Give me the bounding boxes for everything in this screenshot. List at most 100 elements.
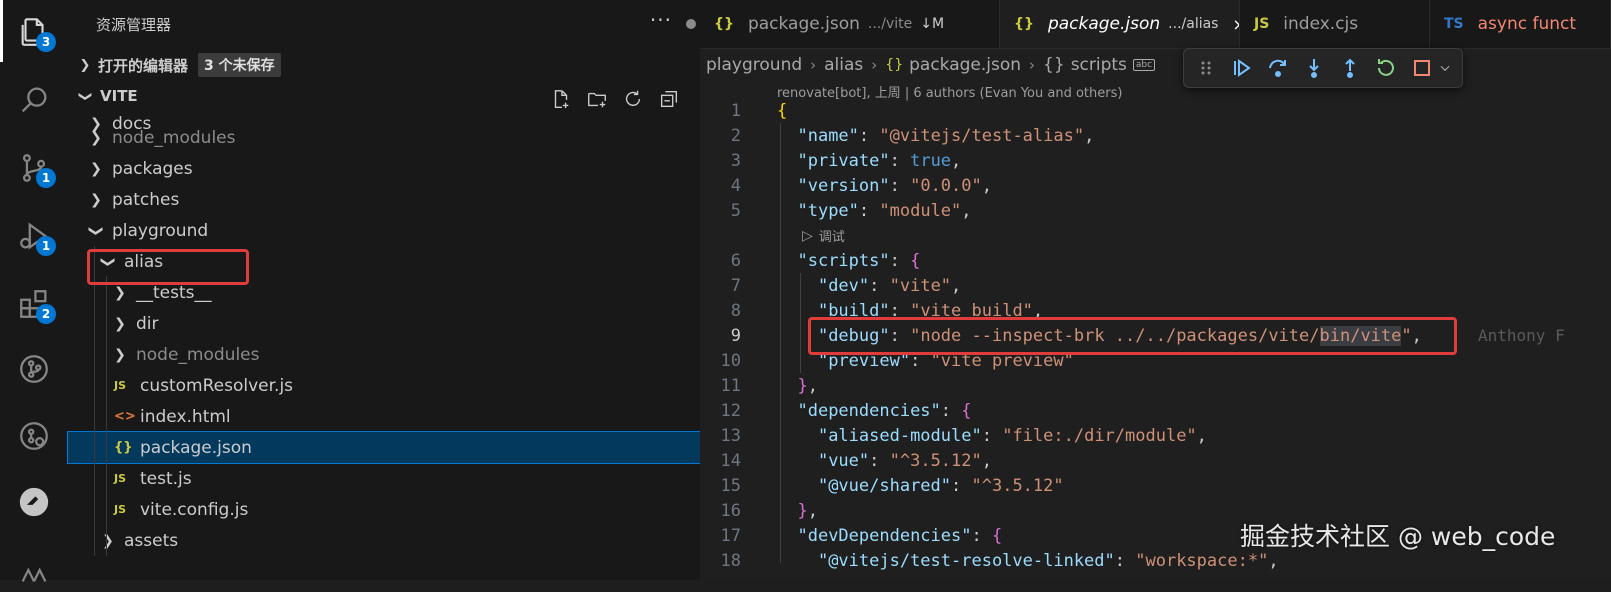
extensions-badge: 2 xyxy=(36,304,56,324)
code-line[interactable]: 1{ xyxy=(700,98,1611,123)
search-icon[interactable] xyxy=(12,78,56,122)
collapse-all-icon[interactable] xyxy=(658,88,680,110)
tree-folder[interactable]: ❯ dir xyxy=(68,308,744,339)
code-token: "aliased-module" xyxy=(817,425,982,446)
code-token: true xyxy=(910,150,952,171)
code-line[interactable]: 4 "version": "0.0.0", xyxy=(700,173,1611,198)
inline-blame: Anthony F xyxy=(1478,326,1565,345)
code-text: "vue": "^3.5.12", xyxy=(817,450,992,471)
html-file-icon: <> xyxy=(114,409,136,424)
chevron-right-icon: ❯ xyxy=(114,284,126,301)
line-number: 4 xyxy=(730,175,741,196)
code-line[interactable]: 15 "@vue/shared": "^3.5.12" xyxy=(700,473,1611,498)
tree-label: dir xyxy=(136,313,159,334)
debug-codelens[interactable]: ▷ 调试 xyxy=(802,226,845,246)
code-line[interactable]: 9 "debug": "node --inspect-brk ../../pac… xyxy=(700,323,1611,348)
code-line[interactable]: 11 }, xyxy=(700,373,1611,398)
tree-folder[interactable]: ❯ node_modules xyxy=(68,122,720,153)
js-file-icon: JS xyxy=(114,379,127,392)
step-out-icon[interactable] xyxy=(1338,56,1362,80)
code-line[interactable]: 7 "dev": "vite", xyxy=(700,273,1611,298)
breadcrumb-item[interactable]: package.json xyxy=(909,55,1021,75)
code-text: "@vue/shared": "^3.5.12" xyxy=(817,475,1064,496)
code-token: "debug" xyxy=(817,325,890,346)
remote-explorer-icon[interactable] xyxy=(12,414,56,458)
line-number: 2 xyxy=(730,125,741,146)
close-icon[interactable]: × xyxy=(1232,15,1239,34)
tree-file[interactable]: JS test.js xyxy=(68,463,744,494)
code-line[interactable]: 6 "scripts": { xyxy=(700,248,1611,273)
stop-icon[interactable] xyxy=(1410,56,1434,80)
code-token: "scripts" xyxy=(797,250,890,271)
new-file-icon[interactable] xyxy=(550,88,572,110)
breadcrumb-item[interactable]: playground xyxy=(706,55,802,75)
tree-file[interactable]: <> index.html xyxy=(68,401,744,432)
step-into-icon[interactable] xyxy=(1302,56,1326,80)
editor-tab[interactable]: {} package.json .../alias × xyxy=(1000,0,1240,48)
string-symbol-icon: abc xyxy=(1132,59,1156,71)
tree-folder[interactable]: ❯ assets xyxy=(68,525,732,556)
line-number: 17 xyxy=(720,525,741,546)
line-number: 5 xyxy=(730,200,741,221)
extensions-icon[interactable]: 2 xyxy=(12,282,56,326)
code-line[interactable]: 14 "vue": "^3.5.12", xyxy=(700,448,1611,473)
code-line[interactable]: 13 "aliased-module": "file:./dir/module"… xyxy=(700,423,1611,448)
breadcrumb-item[interactable]: scripts xyxy=(1071,55,1127,75)
chevron-down-icon[interactable] xyxy=(1438,61,1452,75)
more-actions-button[interactable]: ··· xyxy=(650,8,672,32)
editor-tab[interactable]: TS async funct xyxy=(1430,0,1611,48)
code-line[interactable]: 3 "private": true, xyxy=(700,148,1611,173)
indent-guide xyxy=(106,276,107,556)
breadcrumb-item[interactable]: alias xyxy=(824,55,863,75)
chevron-right-icon: ❯ xyxy=(102,532,114,549)
restart-icon[interactable] xyxy=(1374,56,1398,80)
tree-folder[interactable]: ❯ node_modules xyxy=(68,339,744,370)
code-line[interactable]: 8 "build": "vite build", xyxy=(700,298,1611,323)
code-token: "dev" xyxy=(817,275,870,296)
tree-file[interactable]: {} package.json xyxy=(67,431,745,464)
activity-bar: 3 1 1 2 xyxy=(0,0,69,582)
explorer-sidebar: 资源管理器 ··· ❯ 打开的编辑器 3 个未保存 ❯ VITE ❯ docs ❯ n… xyxy=(67,0,745,580)
chevron-down-icon: ❯ xyxy=(77,90,93,102)
git-graph-icon[interactable] xyxy=(12,347,56,391)
line-number: 8 xyxy=(730,300,741,321)
source-control-icon[interactable]: 1 xyxy=(12,146,56,190)
code-text: "version": "0.0.0", xyxy=(797,175,992,196)
editor-tab[interactable]: JS index.cjs xyxy=(1240,0,1430,48)
tree-folder[interactable]: ❯ alias xyxy=(68,246,732,277)
gitlens-icon[interactable] xyxy=(12,480,56,524)
step-over-icon[interactable] xyxy=(1266,56,1290,80)
code-line[interactable]: 10 "preview": "vite preview" xyxy=(700,348,1611,373)
code-line[interactable]: 12 "dependencies": { xyxy=(700,398,1611,423)
run-debug-icon[interactable]: 1 xyxy=(12,214,56,258)
object-symbol-icon: {} xyxy=(1043,55,1065,75)
editor-tab[interactable]: {} package.json .../vite ↓M xyxy=(700,0,1000,48)
continue-icon[interactable] xyxy=(1230,56,1254,80)
tree-folder[interactable]: ❯ patches xyxy=(68,184,720,215)
tree-label: assets xyxy=(124,530,179,551)
code-text: "dev": "vite", xyxy=(817,275,962,296)
explorer-icon[interactable]: 3 xyxy=(12,10,56,54)
code-line[interactable]: 2 "name": "@vitejs/test-alias", xyxy=(700,123,1611,148)
code-token: "private" xyxy=(797,150,890,171)
new-folder-icon[interactable] xyxy=(586,88,608,110)
line-number: 15 xyxy=(720,475,741,496)
json-file-icon: {} xyxy=(1014,16,1034,32)
tree-folder[interactable]: ❯ playground xyxy=(68,215,720,246)
code-text: "build": "vite build", xyxy=(817,300,1044,321)
tree-label: node_modules xyxy=(112,127,236,148)
tree-file[interactable]: JS vite.config.js xyxy=(68,494,744,525)
chevron-right-icon: › xyxy=(1029,56,1036,74)
line-number: 1 xyxy=(730,100,741,121)
refresh-icon[interactable] xyxy=(622,88,644,110)
accounts-icon[interactable] xyxy=(12,548,56,592)
open-editors-section[interactable]: ❯ 打开的编辑器 3 个未保存 xyxy=(68,50,710,80)
tree-label: alias xyxy=(124,251,164,272)
code-text: "type": "module", xyxy=(797,200,972,221)
tree-file[interactable]: JS customResolver.js xyxy=(68,370,744,401)
code-line[interactable]: 5 "type": "module", xyxy=(700,198,1611,223)
tree-folder[interactable]: ❯ __tests__ xyxy=(68,277,744,308)
drag-handle-icon[interactable] xyxy=(1194,56,1218,80)
code-token: "preview" xyxy=(817,350,911,371)
tree-folder[interactable]: ❯ packages xyxy=(68,153,720,184)
